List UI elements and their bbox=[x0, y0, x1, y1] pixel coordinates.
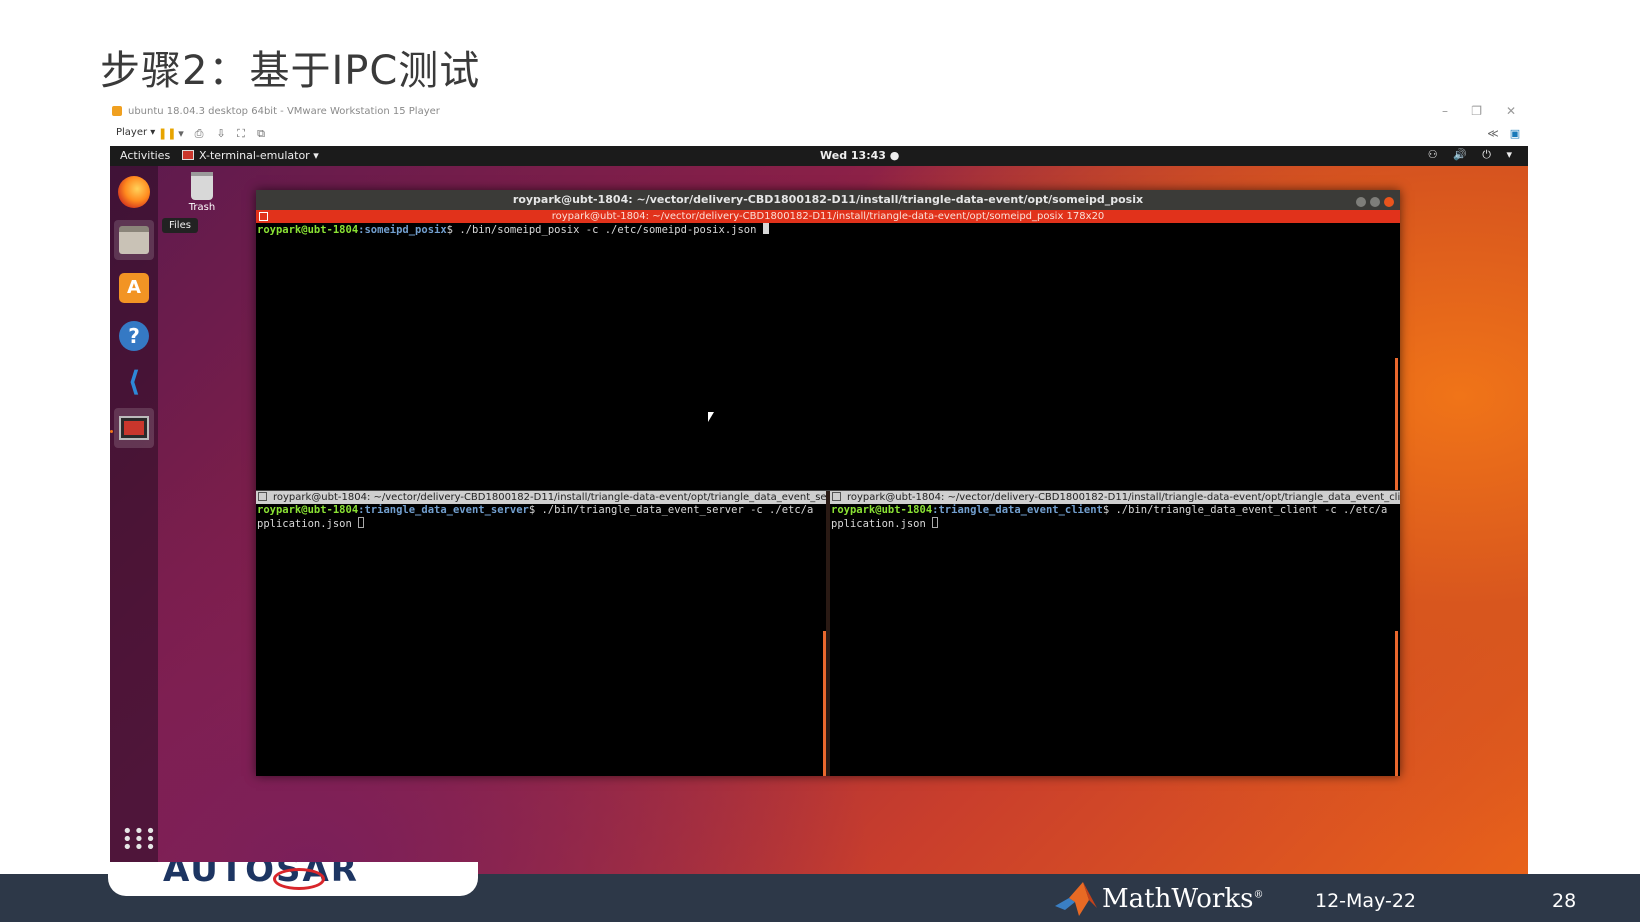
activities-button[interactable]: Activities bbox=[120, 149, 170, 162]
pane-titlebar[interactable]: roypark@ubt-1804: ~/vector/delivery-CBD1… bbox=[256, 210, 1400, 223]
terminal-window-titlebar[interactable]: roypark@ubt-1804: ~/vector/delivery-CBD1… bbox=[256, 190, 1400, 210]
app-menu-label: X-terminal-emulator ▾ bbox=[199, 149, 319, 162]
vm-settings-icon[interactable]: ▣ bbox=[1508, 127, 1522, 141]
command-wrap-text: pplication.json bbox=[831, 518, 933, 530]
dock-software[interactable]: A bbox=[114, 268, 154, 308]
pane-grip-icon[interactable] bbox=[259, 212, 268, 221]
system-tray[interactable]: ⚇ 🔊 ⏻ ▾ bbox=[1428, 148, 1518, 162]
text-cursor bbox=[358, 517, 365, 528]
dock-vscode[interactable]: ⟨ bbox=[114, 362, 154, 402]
footer-date: 12-May-22 bbox=[1315, 890, 1417, 912]
terminal-app-icon bbox=[182, 150, 194, 160]
prompt-user: roypark@ubt-1804 bbox=[831, 504, 933, 516]
send-ctrl-alt-del-icon[interactable]: ⎙ bbox=[192, 127, 206, 141]
command-wrap-text: pplication.json bbox=[257, 518, 359, 530]
firefox-icon bbox=[118, 176, 150, 208]
text-cursor bbox=[762, 223, 769, 234]
pane-scroll-accent bbox=[1395, 358, 1398, 490]
pane-titlebar[interactable]: roypark@ubt-1804: ~/vector/delivery-CBD1… bbox=[830, 491, 1400, 504]
player-menu[interactable]: Player ▾ bbox=[116, 127, 155, 138]
ubuntu-topbar: Activities X-terminal-emulator ▾ Wed 13:… bbox=[110, 146, 1528, 166]
prompt-path: :someipd_posix bbox=[358, 224, 447, 236]
terminal-line: roypark@ubt-1804:someipd_posix$ ./bin/so… bbox=[256, 223, 1400, 237]
vmware-toolbar: Player ▾ ❚❚ ▾ ⎙ ⇩ ⛶ ⧉ ≪ ▣ bbox=[110, 122, 1528, 147]
removable-devices-icon[interactable]: ⇩ bbox=[214, 127, 228, 141]
terminator-window[interactable]: roypark@ubt-1804: ~/vector/delivery-CBD1… bbox=[256, 190, 1400, 776]
collapse-icon[interactable]: ≪ bbox=[1486, 127, 1500, 141]
prompt-user: roypark@ubt-1804 bbox=[257, 224, 359, 236]
mathworks-membrane-icon bbox=[1055, 882, 1097, 916]
prompt-path: :triangle_data_event_client bbox=[932, 504, 1103, 516]
terminal-line: roypark@ubt-1804:triangle_data_event_cli… bbox=[830, 504, 1400, 517]
pane-titlebar[interactable]: roypark@ubt-1804: ~/vector/delivery-CBD1… bbox=[256, 491, 826, 504]
help-icon: ? bbox=[119, 321, 149, 351]
restore-icon[interactable]: ❐ bbox=[1471, 104, 1482, 118]
trash-label: Trash bbox=[188, 202, 216, 213]
autosar-ring-icon bbox=[273, 868, 325, 890]
minimize-icon[interactable]: – bbox=[1442, 104, 1448, 118]
prompt-path: :triangle_data_event_server bbox=[358, 504, 529, 516]
pause-icon[interactable]: ❚❚ bbox=[158, 127, 176, 141]
ubuntu-desktop: Activities X-terminal-emulator ▾ Wed 13:… bbox=[110, 146, 1528, 874]
terminal-minimize-icon[interactable] bbox=[1356, 197, 1366, 207]
mathworks-brand: MathWorks® bbox=[1102, 884, 1263, 914]
command-text: $ ./bin/triangle_data_event_server -c ./… bbox=[528, 504, 814, 516]
vmware-icon bbox=[112, 106, 122, 116]
pane-title: roypark@ubt-1804: ~/vector/delivery-CBD1… bbox=[273, 492, 826, 503]
command-text: $ ./bin/someipd_posix -c ./etc/someipd-p… bbox=[446, 224, 763, 236]
dock-files[interactable] bbox=[114, 220, 154, 260]
software-icon: A bbox=[119, 273, 149, 303]
files-tooltip: Files bbox=[162, 218, 198, 233]
dock-help[interactable]: ? bbox=[114, 316, 154, 356]
terminal-line: pplication.json bbox=[256, 517, 826, 531]
app-menu[interactable]: X-terminal-emulator ▾ bbox=[182, 149, 319, 162]
vscode-icon: ⟨ bbox=[127, 365, 141, 398]
pane-grip-icon[interactable] bbox=[832, 492, 841, 501]
autosar-logo-text: AUTOSAR bbox=[163, 862, 359, 890]
dock-firefox[interactable] bbox=[114, 172, 154, 212]
files-icon bbox=[119, 226, 149, 254]
pause-dropdown-icon[interactable]: ▾ bbox=[174, 127, 188, 141]
pane-grip-icon[interactable] bbox=[258, 492, 267, 501]
clock[interactable]: Wed 13:43 ● bbox=[820, 149, 899, 162]
unity-icon[interactable]: ⧉ bbox=[254, 127, 268, 141]
trash-desktop-icon[interactable]: Trash bbox=[182, 172, 222, 213]
vmware-window-title: ubuntu 18.04.3 desktop 64bit - VMware Wo… bbox=[128, 106, 440, 117]
dock: A ? ⟨ ••• ••• ••• bbox=[110, 166, 158, 874]
terminal-pane-client[interactable]: roypark@ubt-1804: ~/vector/delivery-CBD1… bbox=[830, 491, 1400, 776]
terminal-maximize-icon[interactable] bbox=[1370, 197, 1380, 207]
terminal-line: roypark@ubt-1804:triangle_data_event_ser… bbox=[256, 504, 826, 517]
terminal-line: pplication.json bbox=[830, 517, 1400, 531]
page-number: 28 bbox=[1552, 890, 1577, 912]
pane-title: roypark@ubt-1804: ~/vector/delivery-CBD1… bbox=[551, 211, 1105, 222]
running-indicator bbox=[110, 430, 113, 433]
autosar-logo: AUTOSAR bbox=[108, 862, 478, 896]
command-text: $ ./bin/triangle_data_event_client -c ./… bbox=[1102, 504, 1388, 516]
pane-scroll-accent bbox=[1395, 631, 1398, 776]
terminal-window-title: roypark@ubt-1804: ~/vector/delivery-CBD1… bbox=[512, 193, 1144, 206]
close-icon[interactable]: ✕ bbox=[1506, 104, 1516, 118]
terminal-pane-server[interactable]: roypark@ubt-1804: ~/vector/delivery-CBD1… bbox=[256, 491, 826, 776]
registered-mark: ® bbox=[1253, 889, 1264, 901]
terminal-pane-someipd[interactable]: roypark@ubt-1804: ~/vector/delivery-CBD1… bbox=[256, 210, 1400, 490]
show-apps-icon[interactable]: ••• ••• ••• bbox=[122, 823, 156, 857]
slide-title: 步骤2：基于IPC测试 bbox=[100, 48, 481, 94]
fullscreen-icon[interactable]: ⛶ bbox=[234, 127, 248, 141]
dock-terminator[interactable] bbox=[114, 408, 154, 448]
vmware-titlebar: ubuntu 18.04.3 desktop 64bit - VMware Wo… bbox=[110, 102, 1528, 122]
mathworks-brand-name: MathWorks bbox=[1102, 884, 1254, 914]
prompt-user: roypark@ubt-1804 bbox=[257, 504, 359, 516]
pane-title: roypark@ubt-1804: ~/vector/delivery-CBD1… bbox=[847, 492, 1400, 503]
terminal-close-icon[interactable] bbox=[1384, 197, 1394, 207]
terminator-icon bbox=[119, 416, 149, 440]
text-cursor bbox=[932, 517, 939, 528]
trash-icon bbox=[191, 172, 213, 200]
mouse-pointer-icon bbox=[708, 412, 714, 422]
